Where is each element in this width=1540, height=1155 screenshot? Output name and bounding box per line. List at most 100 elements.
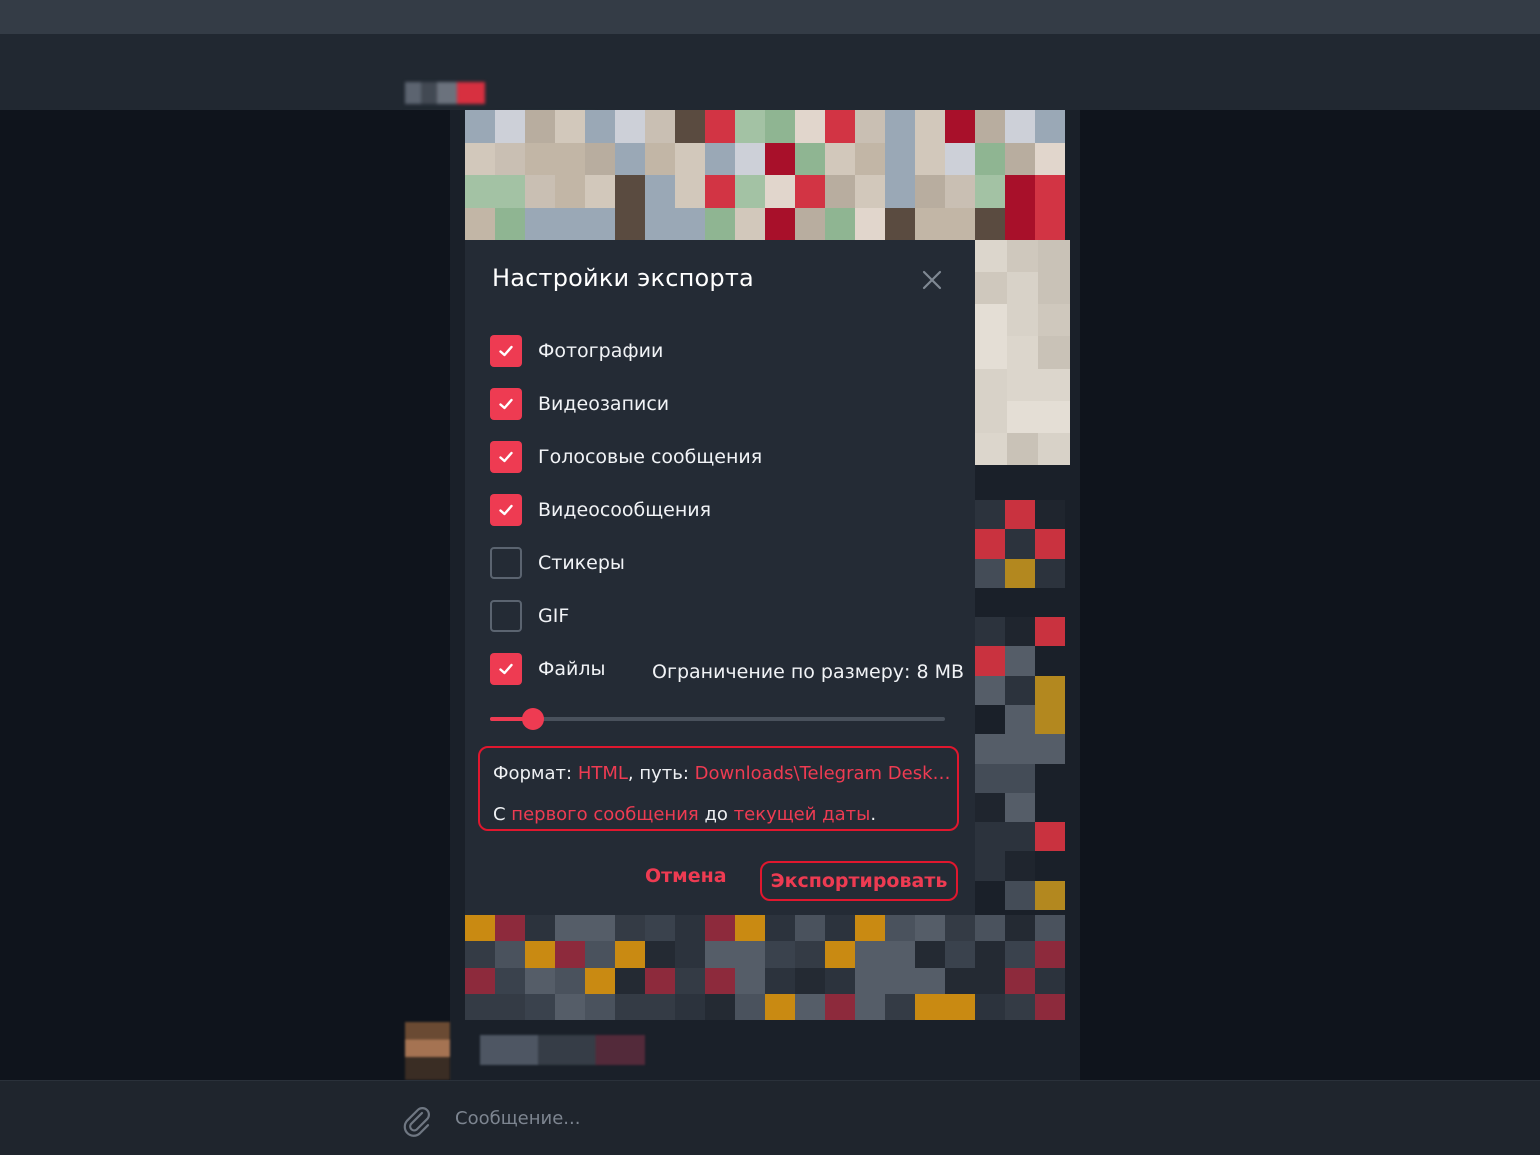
pixel-block [1038,336,1070,369]
pixel-block [1005,822,1035,852]
pixel-block [465,142,495,175]
pixel-block [585,941,615,968]
pixelated-message-bottom [465,915,1065,1020]
option-label: GIF [538,605,570,627]
pixel-block [945,207,975,240]
pixel-block [885,207,915,240]
format-link[interactable]: HTML [578,763,628,784]
pixel-block [495,967,525,994]
option-files[interactable]: Файлы [490,653,630,685]
checkbox-checked-icon[interactable] [490,494,522,526]
option-photos[interactable]: Фотографии [490,335,950,367]
option-voice-messages[interactable]: Голосовые сообщения [490,441,950,473]
checkbox-checked-icon[interactable] [490,388,522,420]
pixel-block [495,993,525,1020]
path-link[interactable]: Downloads\Telegram Deskt... [695,763,953,784]
pixel-block [975,967,1005,994]
pixel-block [525,142,555,175]
pixel-block [795,110,825,143]
pixel-block [975,500,1005,530]
checkbox-checked-icon[interactable] [490,653,522,685]
pixel-block [705,967,735,994]
pixel-block [885,110,915,143]
pixel-block [735,110,765,143]
export-button[interactable]: Экспортировать [760,861,958,901]
pixel-block [795,993,825,1020]
pixel-block [735,142,765,175]
pixel-block [975,734,1005,764]
pixel-block [975,432,1007,465]
option-videos[interactable]: Видеозаписи [490,388,950,420]
option-gif[interactable]: GIF [490,600,950,632]
pixel-block [795,941,825,968]
pixel-block [975,587,1005,618]
pixel-block [525,941,555,968]
pixel-block [975,915,1005,942]
pixel-block [1005,967,1035,994]
pixel-block [1035,734,1065,764]
chat-header[interactable] [0,34,1540,128]
pixel-block [975,142,1005,175]
pixel-block [1006,432,1039,465]
message-input[interactable]: Сообщение... [455,1108,580,1129]
pixel-block [1006,336,1039,369]
date-range-line: С первого сообщения до текущей даты. [493,804,876,825]
pixel-block [975,558,1005,588]
pixel-block [1005,993,1035,1020]
export-info-box: Формат: HTML, путь: Downloads\Telegram D… [478,746,959,831]
pixel-block [615,915,645,942]
pixel-block [1035,822,1065,852]
checkbox-unchecked-icon[interactable] [490,600,522,632]
pixel-block [1035,500,1065,530]
pixel-block [645,967,675,994]
pixel-block [495,207,525,240]
pixel-block [735,993,765,1020]
pixel-block [885,941,915,968]
format-path-line: Формат: HTML, путь: Downloads\Telegram D… [493,763,953,784]
pixel-block [1035,617,1065,647]
pixel-block [945,110,975,143]
pixel-block [765,175,795,208]
size-limit-label: Ограничение по размеру: 8 MB [652,661,965,683]
pixel-block [855,941,885,968]
pixel-block [1005,529,1035,559]
pixel-block [1005,941,1035,968]
slider-handle[interactable] [522,708,544,730]
close-icon[interactable] [920,268,944,292]
pixel-block [1035,110,1065,143]
pixel-block [465,110,495,143]
paperclip-icon[interactable] [398,1102,434,1138]
pixel-block [945,142,975,175]
pixel-block [1005,705,1035,735]
pixel-block [525,207,555,240]
pixel-block [975,110,1005,143]
pixel-block [1038,240,1070,273]
checkbox-unchecked-icon[interactable] [490,547,522,579]
range-suffix: . [870,804,877,825]
pixel-block [945,967,975,994]
pixel-block [975,993,1005,1020]
dialog-title: Настройки экспорта [492,264,754,292]
checkbox-checked-icon[interactable] [490,441,522,473]
cancel-button[interactable]: Отмена [645,865,727,887]
chat-name-pixelated [405,82,485,104]
pixel-block [945,915,975,942]
range-from-link[interactable]: первого сообщения [511,804,698,825]
pixel-block [1005,851,1035,881]
pixel-block [1035,763,1065,793]
pixel-block [495,110,525,143]
size-limit-slider[interactable] [490,708,945,730]
range-to-link[interactable]: текущей даты [734,804,871,825]
pixel-block [615,967,645,994]
slider-track[interactable] [490,717,945,721]
pixel-block [885,993,915,1020]
pixel-block [555,142,585,175]
pixel-block [495,941,525,968]
pixel-block [585,110,615,143]
pixel-block [795,915,825,942]
option-video-messages[interactable]: Видеосообщения [490,494,950,526]
option-stickers[interactable]: Стикеры [490,547,950,579]
checkbox-checked-icon[interactable] [490,335,522,367]
pixel-block [705,142,735,175]
option-label: Видеозаписи [538,393,670,415]
